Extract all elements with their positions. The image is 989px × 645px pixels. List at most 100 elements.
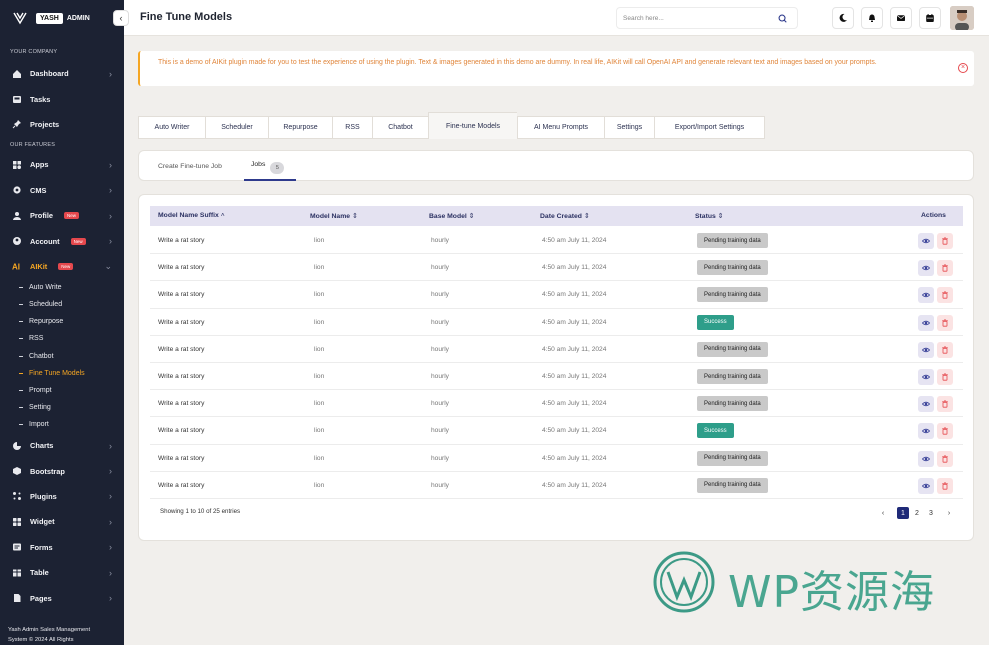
sidebar-subitem-fine-tune-models[interactable]: Fine Tune Models [0,365,124,382]
sidebar-item-dashboard[interactable]: Dashboard › [0,61,124,86]
sidebar-subitem-rss[interactable]: RSS [0,330,124,347]
sidebar-item-cms[interactable]: CMS › [0,178,124,203]
delete-button[interactable] [937,260,953,277]
sort-icon: ⇕ [468,213,475,220]
view-button[interactable] [918,233,934,249]
cell-base-model: hourly [431,264,449,272]
tab-settings[interactable]: Settings [604,116,654,139]
column-header-suffix[interactable]: Model Name Suffix ˄ [158,212,225,219]
cell-suffix: Write a rat story [158,264,205,272]
status-badge: Pending training data [697,450,768,466]
new-badge: New [58,262,74,270]
view-button[interactable] [918,287,934,304]
brand[interactable]: YASH ADMIN [0,0,124,36]
sidebar-item-account[interactable]: Account New › [0,228,124,253]
subtabs-card: Create Fine-tune Job Jobs 5 [138,150,974,181]
sidebar-item-forms[interactable]: Forms › [0,535,124,560]
tab-fine-tune-models[interactable]: Fine-tune Models [428,112,517,139]
cell-model-name: lion [314,345,325,353]
mail-icon[interactable] [890,7,912,29]
tab-create-fine-tune-job[interactable]: Create Fine-tune Job [158,163,222,170]
delete-button[interactable] [937,450,953,467]
search-input[interactable]: Search here... [616,7,798,29]
tab-export-import-settings[interactable]: Export/Import Settings [654,116,765,139]
calendar-icon[interactable] [919,7,941,29]
delete-button[interactable] [937,477,953,494]
tab-ai-menu-prompts[interactable]: AI Menu Prompts [517,116,604,139]
pagination-page-2[interactable]: 2 [911,507,923,519]
delete-button[interactable] [937,287,953,304]
sidebar-subitem-scheduled[interactable]: Scheduled [0,296,124,313]
chevron-right-icon: › [109,567,112,578]
topbar: ‹ Fine Tune Models Search here... [113,0,989,36]
sidebar-item-label: AIKit [30,261,48,271]
sidebar-subitem-prompt[interactable]: Prompt [0,382,124,399]
moon-icon[interactable] [832,7,854,29]
sidebar-subitem-repurpose[interactable]: Repurpose [0,313,124,330]
sidebar-subitem-setting[interactable]: Setting [0,399,124,416]
search-icon[interactable] [778,14,787,23]
pagination-prev[interactable]: ‹ [877,507,889,519]
sidebar-subitem-auto-write[interactable]: Auto Write [0,279,124,296]
eye-icon [922,483,930,488]
view-button[interactable] [918,314,934,331]
pagination-next[interactable]: › [943,507,955,519]
pagination-page-3[interactable]: 3 [925,507,937,519]
tab-jobs[interactable]: Jobs 5 [251,161,285,174]
tab-rss[interactable]: RSS [332,116,372,139]
column-header-status[interactable]: Status ⇕ [695,212,723,220]
view-button[interactable] [918,396,934,413]
view-button[interactable] [918,369,934,385]
dash-icon [19,355,23,357]
sidebar-item-label: Plugins [30,491,57,501]
delete-button[interactable] [937,341,953,358]
tab-scheduler[interactable]: Scheduler [205,116,268,139]
sidebar-subitem-import[interactable]: Import [0,416,124,433]
eye-icon [922,429,930,434]
sidebar-item-bootstrap[interactable]: Bootstrap › [0,458,124,483]
tab-chatbot[interactable]: Chatbot [372,116,428,139]
brand-pill: YASH [36,12,63,24]
view-button[interactable] [918,477,934,494]
cell-date-created: 4:50 am July 11, 2024 [542,481,607,489]
sidebar-item-pages[interactable]: Pages › [0,585,124,610]
sidebar-collapse-button[interactable]: ‹ [113,10,129,26]
tab-repurpose[interactable]: Repurpose [268,116,332,139]
cell-model-name: lion [314,237,325,244]
avatar[interactable] [950,6,974,30]
column-header-date[interactable]: Date Created ⇕ [540,212,590,220]
sidebar-subitem-chatbot[interactable]: Chatbot [0,348,124,365]
tab-auto-writer[interactable]: Auto Writer [138,116,205,139]
sidebar-item-widget[interactable]: Widget › [0,509,124,534]
close-icon[interactable]: × [958,63,968,73]
delete-button[interactable] [937,423,953,440]
sidebar-item-charts[interactable]: Charts › [0,433,124,458]
delete-button[interactable] [937,369,953,385]
sidebar-item-plugins[interactable]: Plugins › [0,484,124,509]
column-header-name[interactable]: Model Name ⇕ [310,212,358,220]
search-placeholder: Search here... [623,15,664,22]
dash-icon [19,372,23,374]
view-button[interactable] [918,260,934,277]
sidebar-item-projects[interactable]: Projects [0,112,124,137]
sidebar-item-tasks[interactable]: Tasks [0,86,124,111]
pagination-page-1[interactable]: 1 [897,507,909,519]
view-button[interactable] [918,450,934,467]
cell-suffix: Write a rat story [158,454,205,462]
sidebar-item-table[interactable]: Table › [0,560,124,585]
delete-button[interactable] [937,396,953,413]
sidebar-subitem-label: Scheduled [29,301,63,309]
sidebar-item-apps[interactable]: Apps › [0,152,124,177]
cell-suffix: Write a rat story [158,318,205,326]
view-button[interactable] [918,341,934,358]
bell-icon[interactable] [861,7,883,29]
view-button[interactable] [918,423,934,440]
table-row: Write a rat story lion hourly 4:50 am July … [150,336,963,363]
delete-button[interactable] [937,233,953,249]
sidebar-item-profile[interactable]: Profile New › [0,203,124,228]
delete-button[interactable] [937,314,953,331]
column-header-base[interactable]: Base Model ⇕ [429,212,474,220]
chevron-right-icon: › [109,236,112,247]
pages-icon [12,593,22,603]
sidebar-item-aikit[interactable]: AI AIKit New ⌄ [0,254,124,279]
